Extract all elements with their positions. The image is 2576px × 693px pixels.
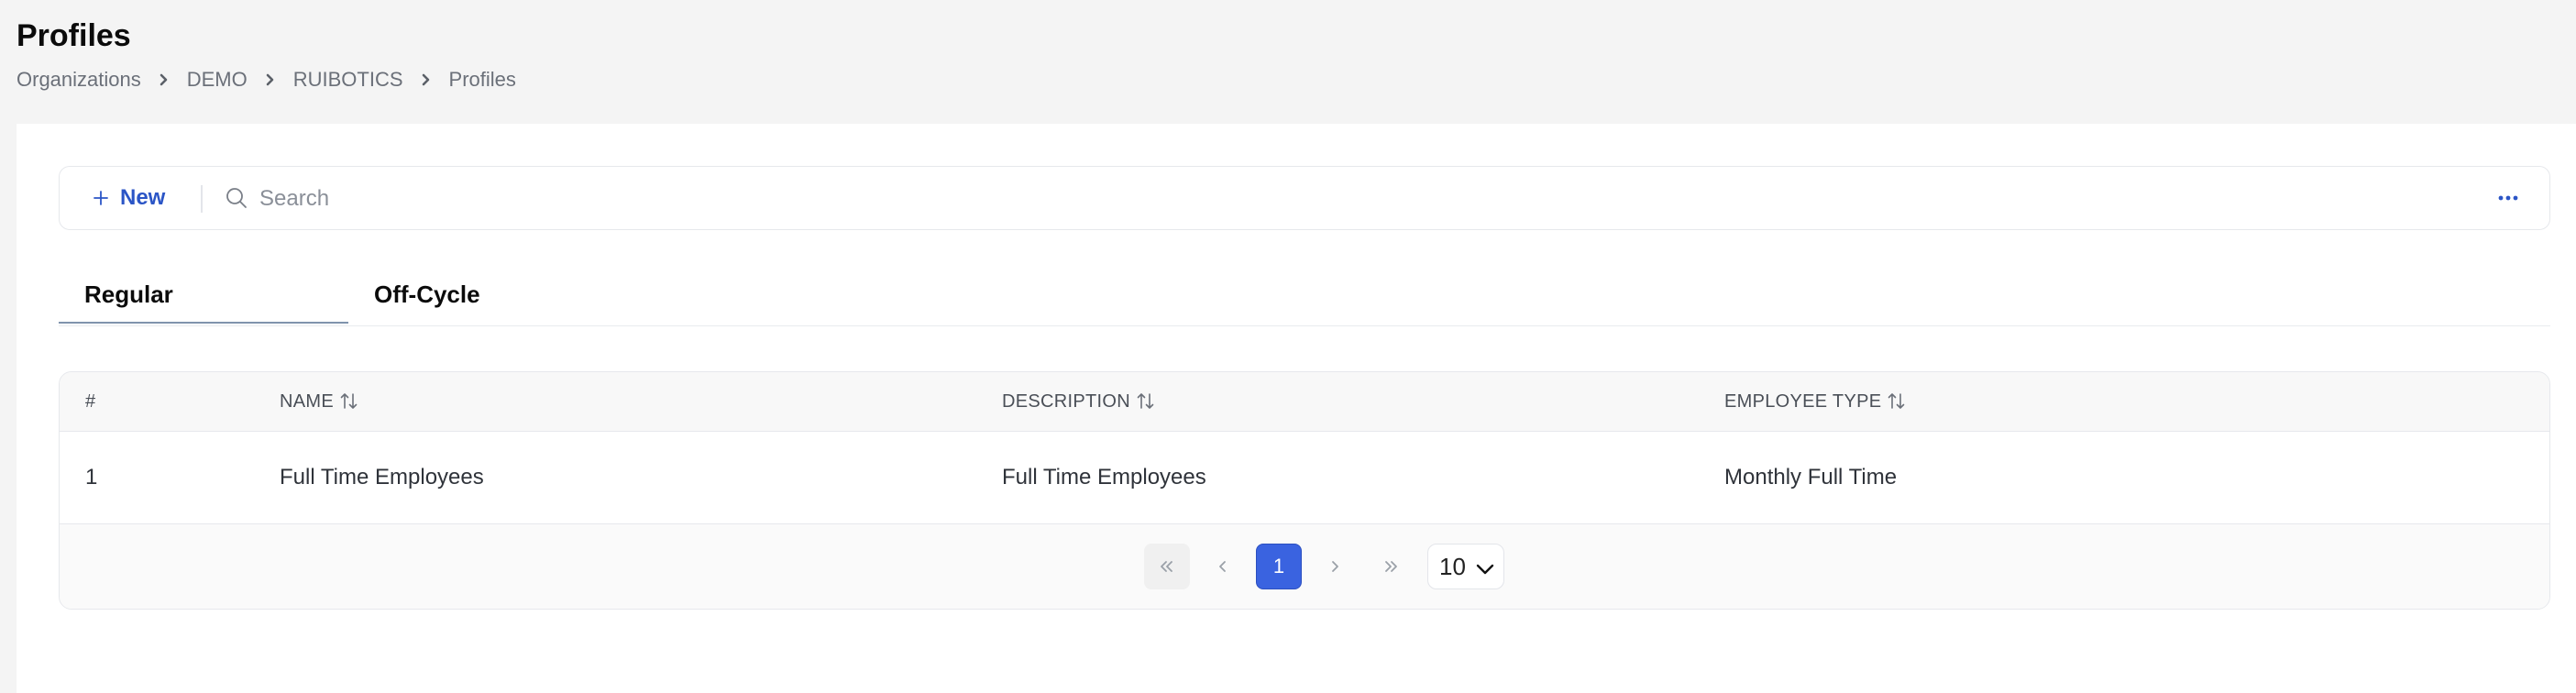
new-button[interactable]: New bbox=[93, 167, 165, 229]
cell-description: Full Time Employees bbox=[1002, 465, 1206, 490]
profiles-table: # NAME DESCRIPTION EMPLOYEE TYPE 1 Full … bbox=[59, 371, 2550, 610]
cell-number: 1 bbox=[85, 465, 98, 490]
plus-icon bbox=[93, 190, 109, 206]
column-header-label: EMPLOYEE TYPE bbox=[1724, 390, 1882, 412]
chevron-right-icon bbox=[150, 70, 178, 90]
sort-icon[interactable] bbox=[1136, 391, 1156, 412]
column-header-description[interactable]: DESCRIPTION bbox=[1002, 372, 1156, 431]
chevron-right-icon bbox=[257, 70, 284, 90]
page-header: Profiles Organizations DEMO RUIBOTICS Pr… bbox=[17, 13, 2565, 114]
page-title: Profiles bbox=[17, 18, 131, 53]
chevrons-right-icon bbox=[1385, 561, 1397, 572]
cell-employee-type: Monthly Full Time bbox=[1724, 465, 1898, 490]
breadcrumb: Organizations DEMO RUIBOTICS Profiles bbox=[17, 68, 2565, 92]
tab-bar: Regular Off-Cycle bbox=[59, 270, 2550, 326]
toolbar: New bbox=[59, 166, 2550, 230]
column-header-label: NAME bbox=[280, 390, 334, 412]
next-page-button[interactable] bbox=[1312, 544, 1358, 589]
new-button-label: New bbox=[120, 185, 166, 210]
chevron-right-icon bbox=[413, 70, 440, 90]
breadcrumb-profiles: Profiles bbox=[448, 68, 516, 91]
chevrons-left-icon bbox=[1161, 561, 1172, 572]
search-icon bbox=[225, 186, 248, 214]
pagination: 1 10 bbox=[60, 524, 2549, 609]
chevron-right-icon bbox=[1332, 561, 1338, 572]
more-horizontal-icon[interactable] bbox=[2494, 187, 2522, 209]
previous-page-button[interactable] bbox=[1200, 544, 1246, 589]
cell-name: Full Time Employees bbox=[280, 465, 484, 490]
last-page-button[interactable] bbox=[1368, 544, 1414, 589]
column-header-name[interactable]: NAME bbox=[280, 372, 359, 431]
chevron-down-icon bbox=[1474, 557, 1496, 586]
chevron-left-icon bbox=[1219, 561, 1226, 572]
breadcrumb-organizations[interactable]: Organizations bbox=[17, 68, 141, 92]
column-header-employee-type[interactable]: EMPLOYEE TYPE bbox=[1724, 372, 1907, 431]
column-header-label: # bbox=[85, 390, 96, 412]
sort-icon[interactable] bbox=[339, 391, 359, 412]
page-size-value: 10 bbox=[1439, 552, 1466, 580]
column-header-number: # bbox=[85, 372, 95, 431]
tab-regular[interactable]: Regular bbox=[59, 270, 348, 324]
page-button-current[interactable]: 1 bbox=[1256, 544, 1302, 589]
table-header: # NAME DESCRIPTION EMPLOYEE TYPE bbox=[60, 372, 2549, 432]
breadcrumb-demo[interactable]: DEMO bbox=[187, 68, 248, 92]
first-page-button[interactable] bbox=[1144, 544, 1190, 589]
page-size-select[interactable]: 10 bbox=[1427, 544, 1504, 589]
column-header-label: DESCRIPTION bbox=[1002, 390, 1130, 412]
toolbar-divider bbox=[201, 185, 203, 213]
search-input[interactable] bbox=[258, 179, 1361, 219]
sort-icon[interactable] bbox=[1887, 391, 1907, 412]
content-panel: New Regular Off-Cycle # NAME DESCRIP bbox=[17, 124, 2576, 693]
tab-off-cycle[interactable]: Off-Cycle bbox=[348, 270, 638, 324]
table-row[interactable]: 1 Full Time Employees Full Time Employee… bbox=[60, 432, 2549, 524]
breadcrumb-ruibotics[interactable]: RUIBOTICS bbox=[293, 68, 403, 92]
